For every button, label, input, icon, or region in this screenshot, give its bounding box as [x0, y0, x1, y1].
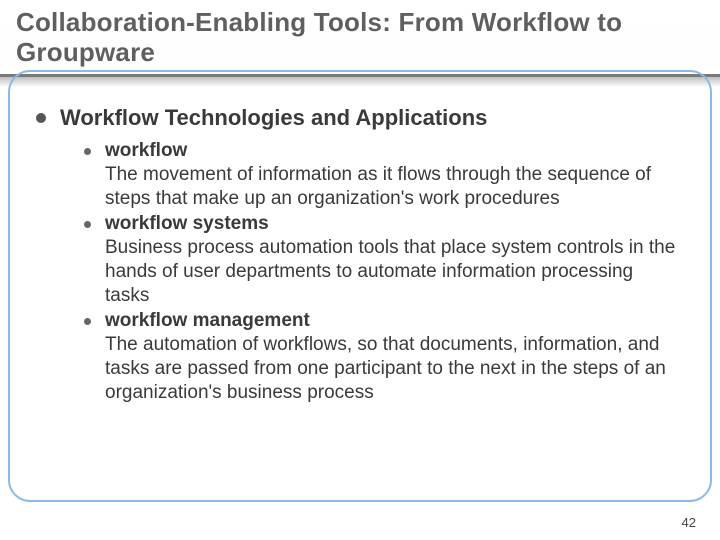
definition: The movement of information as it flows …: [105, 163, 680, 211]
list-item-body: workflow systems Business process automa…: [105, 212, 680, 307]
bullet-icon: [84, 148, 91, 155]
definition-list: workflow The movement of information as …: [36, 139, 680, 404]
definition: Business process automation tools that p…: [105, 236, 680, 307]
list-item-body: workflow management The automation of wo…: [105, 309, 680, 404]
bullet-icon: [84, 221, 91, 228]
section-heading: Workflow Technologies and Applications: [60, 105, 487, 131]
title-area: Collaboration-Enabling Tools: From Workf…: [0, 0, 720, 68]
bullet-icon: [36, 113, 46, 123]
slide-title: Collaboration-Enabling Tools: From Workf…: [16, 8, 720, 68]
heading-row: Workflow Technologies and Applications: [36, 105, 680, 131]
term: workflow: [105, 139, 680, 163]
term: workflow systems: [105, 212, 680, 236]
definition: The automation of workflows, so that doc…: [105, 333, 680, 404]
page-number: 42: [682, 515, 696, 530]
list-item: workflow systems Business process automa…: [84, 212, 680, 307]
content-area: Workflow Technologies and Applications w…: [0, 87, 720, 405]
list-item: workflow management The automation of wo…: [84, 309, 680, 404]
list-item: workflow The movement of information as …: [84, 139, 680, 210]
term: workflow management: [105, 309, 680, 333]
list-item-body: workflow The movement of information as …: [105, 139, 680, 210]
bullet-icon: [84, 318, 91, 325]
